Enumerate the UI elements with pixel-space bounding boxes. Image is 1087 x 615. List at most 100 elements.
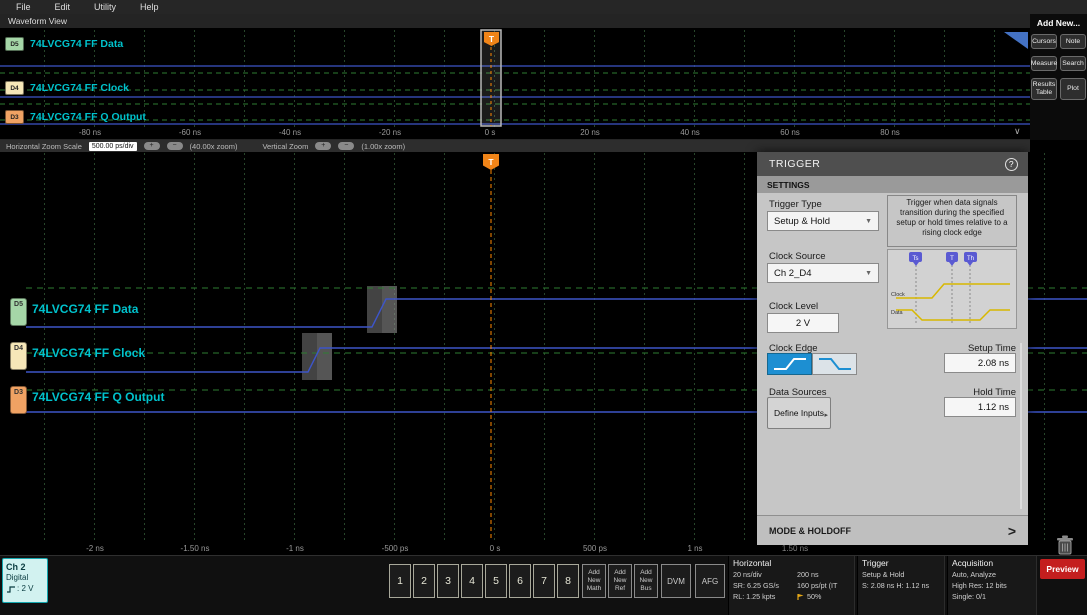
trigger-dialog-header[interactable]: TRIGGER ? xyxy=(757,152,1028,176)
menu-edit[interactable]: Edit xyxy=(55,2,71,12)
clock-source-value: Ch 2_D4 xyxy=(774,268,812,279)
edge-level-icon xyxy=(6,585,16,594)
waveform-view-title: Waveform View xyxy=(8,16,67,26)
channel-badge-d3[interactable]: D3 xyxy=(10,386,27,414)
channel-label-q-output[interactable]: 74LVCG74 FF Q Output xyxy=(30,111,146,123)
add-new-math-button[interactable]: Add New Math xyxy=(582,564,606,598)
clock-source-dropdown[interactable]: Ch 2_D4 ▼ xyxy=(767,263,879,283)
results-table-button[interactable]: Results Table xyxy=(1031,78,1057,100)
axis-tick: -1.50 ns xyxy=(165,544,225,553)
cursors-button[interactable]: Cursors xyxy=(1031,34,1057,49)
channel-label-clock[interactable]: 74LVCG74 FF Clock xyxy=(30,82,129,94)
preview-button[interactable]: Preview xyxy=(1040,559,1085,579)
axis-tick: -40 ns xyxy=(260,128,320,137)
digital-bit-5-button[interactable]: 5 xyxy=(485,564,507,598)
horizontal-position: 50% xyxy=(807,591,821,602)
menu-utility[interactable]: Utility xyxy=(94,2,116,12)
channel-badge-d3[interactable]: D3 xyxy=(5,110,24,124)
digital-bit-2-button[interactable]: 2 xyxy=(413,564,435,598)
help-icon[interactable]: ? xyxy=(1005,158,1018,171)
menu-help[interactable]: Help xyxy=(140,2,159,12)
digital-bit-6-button[interactable]: 6 xyxy=(509,564,531,598)
acquisition-single: Single: 0/1 xyxy=(952,591,1032,602)
collapse-overview-icon[interactable]: ∨ xyxy=(1014,126,1021,137)
trash-button[interactable] xyxy=(1052,533,1078,562)
rising-edge-button[interactable] xyxy=(767,353,812,375)
menu-file[interactable]: File xyxy=(16,2,31,12)
measure-button[interactable]: Measure xyxy=(1031,56,1057,71)
h-zoom-plus-button[interactable]: + xyxy=(144,142,160,150)
axis-tick: 80 ns xyxy=(860,128,920,137)
add-new-bus-button[interactable]: Add New Bus xyxy=(634,564,658,598)
horizontal-title: Horizontal xyxy=(733,558,850,568)
axis-tick: -2 ns xyxy=(65,544,125,553)
axis-tick: 0 s xyxy=(460,128,520,137)
v-zoom-plus-button[interactable]: + xyxy=(315,142,331,150)
channel-2-badge[interactable]: Ch 2 Digital : 2 V xyxy=(2,558,48,603)
v-zoom-minus-button[interactable]: − xyxy=(338,142,354,150)
v-zoom-label: Vertical Zoom xyxy=(262,142,308,151)
t-flag-label: T xyxy=(950,256,954,262)
setup-zone-clock xyxy=(302,333,317,380)
falling-edge-button[interactable] xyxy=(812,353,857,375)
channel-2-name: Ch 2 xyxy=(6,561,44,573)
trigger-dialog-title: TRIGGER xyxy=(769,158,820,170)
digital-bit-3-button[interactable]: 3 xyxy=(437,564,459,598)
h-zoom-minus-button[interactable]: − xyxy=(167,142,183,150)
diagram-data-wave xyxy=(896,310,1010,320)
axis-tick: -60 ns xyxy=(160,128,220,137)
define-inputs-button[interactable]: Define Inputs ▸ xyxy=(767,397,831,429)
trigger-description: Trigger when data signals transition dur… xyxy=(887,195,1017,247)
channel-2-type: Digital xyxy=(6,573,44,584)
resolution: 160 ps/pt (IT xyxy=(797,580,851,591)
axis-tick: 1.50 ns xyxy=(765,544,825,553)
clock-level-label: Clock Level xyxy=(769,301,818,312)
channel-badge-d4[interactable]: D4 xyxy=(5,81,24,95)
afg-button[interactable]: AFG xyxy=(695,564,725,598)
hold-zone-clock xyxy=(317,333,332,380)
axis-tick: -20 ns xyxy=(360,128,420,137)
trigger-type-dropdown[interactable]: Setup & Hold ▼ xyxy=(767,211,879,231)
setup-zone-data xyxy=(367,286,382,333)
ts-flag-label: Ts xyxy=(913,256,919,262)
diagram-data-label: Data xyxy=(891,310,904,316)
hold-time-input[interactable]: 1.12 ns xyxy=(944,397,1016,417)
channel-label-q-output[interactable]: 74LVCG74 FF Q Output xyxy=(32,390,164,404)
overview-grid xyxy=(0,29,1030,127)
h-zoom-scale-value[interactable]: 500.00 ps/div xyxy=(89,142,137,151)
acquisition-settings-badge[interactable]: Acquisition Auto, Analyze High Res: 12 b… xyxy=(947,556,1037,615)
clock-level-input[interactable]: 2 V xyxy=(767,313,839,333)
mode-holdoff-section[interactable]: MODE & HOLDOFF > xyxy=(757,515,1028,545)
digital-bit-7-button[interactable]: 7 xyxy=(533,564,555,598)
add-new-ref-button[interactable]: Add New Ref xyxy=(608,564,632,598)
channel-label-data[interactable]: 74LVCG74 FF Data xyxy=(32,302,138,316)
digital-bit-8-button[interactable]: 8 xyxy=(557,564,579,598)
channel-label-clock[interactable]: 74LVCG74 FF Clock xyxy=(32,346,145,360)
axis-tick: 60 ns xyxy=(760,128,820,137)
scrollbar[interactable] xyxy=(1020,343,1022,509)
trigger-settings-badge[interactable]: Trigger Setup & Hold S: 2.08 ns H: 1.12 … xyxy=(857,556,945,615)
search-button[interactable]: Search xyxy=(1060,56,1086,71)
menu-bar: File Edit Utility Help xyxy=(0,0,1087,14)
diagram-clock-wave xyxy=(896,284,1010,298)
channel-badge-d5[interactable]: D5 xyxy=(10,298,27,326)
digital-bit-1-button[interactable]: 1 xyxy=(389,564,411,598)
channel-badge-d4[interactable]: D4 xyxy=(10,342,27,370)
note-button[interactable]: Note xyxy=(1060,34,1086,49)
setup-hold-diagram-svg: Ts T Th Clock Data xyxy=(888,250,1016,328)
axis-tick: 0 s xyxy=(465,544,525,553)
dvm-button[interactable]: DVM xyxy=(661,564,691,598)
digital-bit-4-button[interactable]: 4 xyxy=(461,564,483,598)
clock-edge-selector xyxy=(767,353,857,375)
channel-badge-d5[interactable]: D5 xyxy=(5,37,24,51)
expand-section-icon[interactable]: > xyxy=(1008,523,1016,539)
horizontal-settings-badge[interactable]: Horizontal 20 ns/div 200 ns SR: 6.25 GS/… xyxy=(728,556,855,615)
waveform-overview-panel: D5 74LVCG74 FF Data D4 74LVCG74 FF Clock… xyxy=(0,29,1030,140)
channel-label-data[interactable]: 74LVCG74 FF Data xyxy=(30,38,123,50)
setup-time-input[interactable]: 2.08 ns xyxy=(944,353,1016,373)
falling-edge-icon xyxy=(815,355,855,373)
plot-button[interactable]: Plot xyxy=(1060,78,1086,100)
digital-bit-buttons: 1 2 3 4 5 6 7 8 xyxy=(389,564,579,598)
horizontal-scale: 20 ns/div xyxy=(733,569,797,580)
zoom-control-bar: Horizontal Zoom Scale 500.00 ps/div + − … xyxy=(0,140,1030,152)
